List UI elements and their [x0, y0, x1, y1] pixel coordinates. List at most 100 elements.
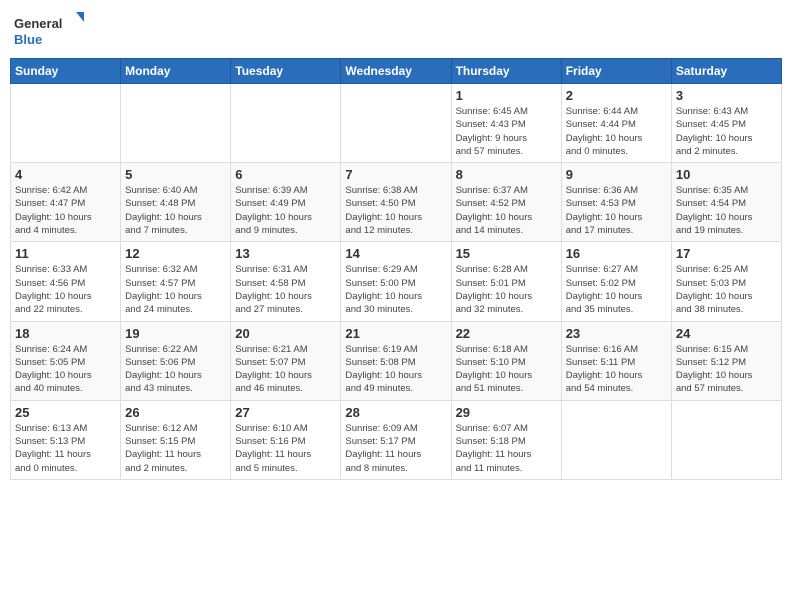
day-number: 4 — [15, 167, 116, 182]
calendar-day-cell: 12 Sunrise: 6:32 AM Sunset: 4:57 PM Dayli… — [121, 242, 231, 321]
day-info: Sunrise: 6:27 AM Sunset: 5:02 PM Dayligh… — [566, 263, 667, 316]
calendar-day-cell: 14 Sunrise: 6:29 AM Sunset: 5:00 PM Dayli… — [341, 242, 451, 321]
day-info: Sunrise: 6:12 AM Sunset: 5:15 PM Dayligh… — [125, 422, 226, 475]
day-info: Sunrise: 6:29 AM Sunset: 5:00 PM Dayligh… — [345, 263, 446, 316]
day-info: Sunrise: 6:32 AM Sunset: 4:57 PM Dayligh… — [125, 263, 226, 316]
calendar-day-cell: 8Sunrise: 6:37 AM Sunset: 4:52 PM Daylig… — [451, 163, 561, 242]
day-info: Sunrise: 6:31 AM Sunset: 4:58 PM Dayligh… — [235, 263, 336, 316]
calendar-day-cell: 5 Sunrise: 6:40 AM Sunset: 4:48 PM Daylig… — [121, 163, 231, 242]
day-number: 23 — [566, 326, 667, 341]
calendar-day-cell: 20Sunrise: 6:21 AM Sunset: 5:07 PM Dayli… — [231, 321, 341, 400]
day-info: Sunrise: 6:37 AM Sunset: 4:52 PM Dayligh… — [456, 184, 557, 237]
day-number: 21 — [345, 326, 446, 341]
calendar-day-cell: 24 Sunrise: 6:15 AM Sunset: 5:12 PM Dayli… — [671, 321, 781, 400]
day-number: 24 — [676, 326, 777, 341]
day-info: Sunrise: 6:33 AM Sunset: 4:56 PM Dayligh… — [15, 263, 116, 316]
day-number: 27 — [235, 405, 336, 420]
weekday-header-wednesday: Wednesday — [341, 59, 451, 84]
day-number: 19 — [125, 326, 226, 341]
weekday-header-saturday: Saturday — [671, 59, 781, 84]
day-info: Sunrise: 6:15 AM Sunset: 5:12 PM Dayligh… — [676, 343, 777, 396]
day-number: 1 — [456, 88, 557, 103]
calendar-day-cell: 26 Sunrise: 6:12 AM Sunset: 5:15 PM Dayli… — [121, 400, 231, 479]
day-number: 5 — [125, 167, 226, 182]
weekday-header-tuesday: Tuesday — [231, 59, 341, 84]
day-number: 13 — [235, 246, 336, 261]
empty-day-cell — [671, 400, 781, 479]
day-info: Sunrise: 6:43 AM Sunset: 4:45 PM Dayligh… — [676, 105, 777, 158]
weekday-header-sunday: Sunday — [11, 59, 121, 84]
empty-day-cell — [11, 84, 121, 163]
day-info: Sunrise: 6:35 AM Sunset: 4:54 PM Dayligh… — [676, 184, 777, 237]
page-header: General Blue — [10, 10, 782, 50]
weekday-header-monday: Monday — [121, 59, 231, 84]
day-number: 15 — [456, 246, 557, 261]
calendar-day-cell: 1 Sunrise: 6:45 AM Sunset: 4:43 PM Daylig… — [451, 84, 561, 163]
day-info: Sunrise: 6:28 AM Sunset: 5:01 PM Dayligh… — [456, 263, 557, 316]
calendar-day-cell: 22 Sunrise: 6:18 AM Sunset: 5:10 PM Dayli… — [451, 321, 561, 400]
calendar-week-row: 11 Sunrise: 6:33 AM Sunset: 4:56 PM Dayli… — [11, 242, 782, 321]
day-info: Sunrise: 6:07 AM Sunset: 5:18 PM Dayligh… — [456, 422, 557, 475]
day-info: Sunrise: 6:10 AM Sunset: 5:16 PM Dayligh… — [235, 422, 336, 475]
day-info: Sunrise: 6:25 AM Sunset: 5:03 PM Dayligh… — [676, 263, 777, 316]
calendar-week-row: 18Sunrise: 6:24 AM Sunset: 5:05 PM Dayli… — [11, 321, 782, 400]
day-info: Sunrise: 6:36 AM Sunset: 4:53 PM Dayligh… — [566, 184, 667, 237]
empty-day-cell — [561, 400, 671, 479]
day-info: Sunrise: 6:24 AM Sunset: 5:05 PM Dayligh… — [15, 343, 116, 396]
day-info: Sunrise: 6:22 AM Sunset: 5:06 PM Dayligh… — [125, 343, 226, 396]
calendar-day-cell: 13 Sunrise: 6:31 AM Sunset: 4:58 PM Dayli… — [231, 242, 341, 321]
svg-text:Blue: Blue — [14, 32, 42, 47]
day-number: 11 — [15, 246, 116, 261]
day-number: 16 — [566, 246, 667, 261]
day-number: 17 — [676, 246, 777, 261]
day-info: Sunrise: 6:42 AM Sunset: 4:47 PM Dayligh… — [15, 184, 116, 237]
day-number: 7 — [345, 167, 446, 182]
day-info: Sunrise: 6:45 AM Sunset: 4:43 PM Dayligh… — [456, 105, 557, 158]
day-number: 26 — [125, 405, 226, 420]
logo: General Blue — [14, 10, 84, 50]
day-number: 10 — [676, 167, 777, 182]
empty-day-cell — [341, 84, 451, 163]
calendar-week-row: 4 Sunrise: 6:42 AM Sunset: 4:47 PM Daylig… — [11, 163, 782, 242]
day-number: 6 — [235, 167, 336, 182]
calendar-week-row: 1 Sunrise: 6:45 AM Sunset: 4:43 PM Daylig… — [11, 84, 782, 163]
empty-day-cell — [231, 84, 341, 163]
day-info: Sunrise: 6:18 AM Sunset: 5:10 PM Dayligh… — [456, 343, 557, 396]
calendar-day-cell: 25 Sunrise: 6:13 AM Sunset: 5:13 PM Dayli… — [11, 400, 121, 479]
day-number: 9 — [566, 167, 667, 182]
day-info: Sunrise: 6:19 AM Sunset: 5:08 PM Dayligh… — [345, 343, 446, 396]
calendar-day-cell: 18Sunrise: 6:24 AM Sunset: 5:05 PM Dayli… — [11, 321, 121, 400]
calendar-day-cell: 16 Sunrise: 6:27 AM Sunset: 5:02 PM Dayli… — [561, 242, 671, 321]
calendar-day-cell: 7 Sunrise: 6:38 AM Sunset: 4:50 PM Daylig… — [341, 163, 451, 242]
calendar-table: SundayMondayTuesdayWednesdayThursdayFrid… — [10, 58, 782, 480]
calendar-day-cell: 4 Sunrise: 6:42 AM Sunset: 4:47 PM Daylig… — [11, 163, 121, 242]
day-number: 14 — [345, 246, 446, 261]
calendar-day-cell: 11 Sunrise: 6:33 AM Sunset: 4:56 PM Dayli… — [11, 242, 121, 321]
calendar-day-cell: 10 Sunrise: 6:35 AM Sunset: 4:54 PM Dayli… — [671, 163, 781, 242]
calendar-day-cell: 29 Sunrise: 6:07 AM Sunset: 5:18 PM Dayli… — [451, 400, 561, 479]
day-info: Sunrise: 6:16 AM Sunset: 5:11 PM Dayligh… — [566, 343, 667, 396]
calendar-day-cell: 3 Sunrise: 6:43 AM Sunset: 4:45 PM Daylig… — [671, 84, 781, 163]
calendar-day-cell: 23 Sunrise: 6:16 AM Sunset: 5:11 PM Dayli… — [561, 321, 671, 400]
day-number: 25 — [15, 405, 116, 420]
logo-svg: General Blue — [14, 10, 84, 50]
calendar-day-cell: 21 Sunrise: 6:19 AM Sunset: 5:08 PM Dayli… — [341, 321, 451, 400]
day-number: 20 — [235, 326, 336, 341]
day-number: 22 — [456, 326, 557, 341]
calendar-day-cell: 17 Sunrise: 6:25 AM Sunset: 5:03 PM Dayli… — [671, 242, 781, 321]
calendar-day-cell: 15 Sunrise: 6:28 AM Sunset: 5:01 PM Dayli… — [451, 242, 561, 321]
calendar-day-cell: 6 Sunrise: 6:39 AM Sunset: 4:49 PM Daylig… — [231, 163, 341, 242]
day-info: Sunrise: 6:40 AM Sunset: 4:48 PM Dayligh… — [125, 184, 226, 237]
day-number: 3 — [676, 88, 777, 103]
svg-text:General: General — [14, 16, 62, 31]
empty-day-cell — [121, 84, 231, 163]
day-info: Sunrise: 6:38 AM Sunset: 4:50 PM Dayligh… — [345, 184, 446, 237]
day-info: Sunrise: 6:13 AM Sunset: 5:13 PM Dayligh… — [15, 422, 116, 475]
day-number: 29 — [456, 405, 557, 420]
calendar-day-cell: 19 Sunrise: 6:22 AM Sunset: 5:06 PM Dayli… — [121, 321, 231, 400]
weekday-header-thursday: Thursday — [451, 59, 561, 84]
weekday-header-friday: Friday — [561, 59, 671, 84]
calendar-week-row: 25 Sunrise: 6:13 AM Sunset: 5:13 PM Dayli… — [11, 400, 782, 479]
day-info: Sunrise: 6:39 AM Sunset: 4:49 PM Dayligh… — [235, 184, 336, 237]
day-number: 12 — [125, 246, 226, 261]
